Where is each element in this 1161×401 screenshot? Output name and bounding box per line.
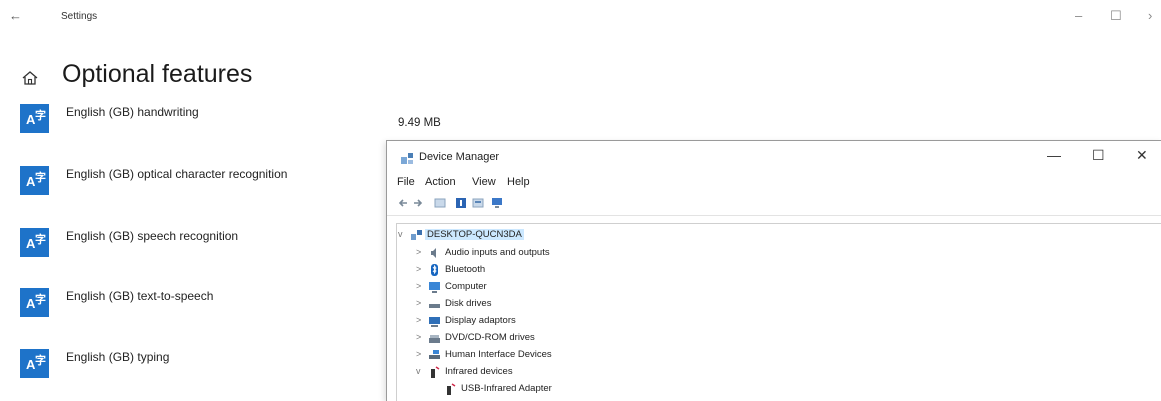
tree-node-label: Display adaptors <box>445 315 516 326</box>
expand-chevron-icon[interactable]: > <box>416 264 421 274</box>
expand-chevron-icon[interactable]: > <box>416 247 421 257</box>
tree-root-label: DESKTOP-QUCN3DA <box>425 229 524 240</box>
computer-icon <box>429 282 440 293</box>
properties-icon[interactable] <box>434 197 446 209</box>
language-font-icon: A字 <box>20 104 49 133</box>
collapse-chevron-icon[interactable]: v <box>416 366 421 376</box>
close-button[interactable]: › <box>1148 8 1152 23</box>
help-icon[interactable] <box>455 197 467 209</box>
menu-file[interactable]: File <box>397 176 415 188</box>
infrared-icon <box>431 366 440 378</box>
scan-hardware-icon[interactable] <box>491 197 503 209</box>
language-font-icon: A字 <box>20 349 49 378</box>
hid-icon <box>429 350 440 359</box>
tree-node-label: Infrared devices <box>445 366 513 377</box>
expand-chevron-icon[interactable]: > <box>416 315 421 325</box>
back-icon[interactable] <box>397 197 409 209</box>
feature-label: English (GB) text-to-speech <box>66 289 214 303</box>
computer-network-icon <box>411 230 422 240</box>
feature-size: 9.49 MB <box>398 117 441 129</box>
tree-node-label: USB-Infrared Adapter <box>461 383 552 394</box>
feature-label: English (GB) speech recognition <box>66 229 239 243</box>
expand-chevron-icon[interactable]: > <box>416 298 421 308</box>
update-driver-icon[interactable] <box>472 197 484 209</box>
menu-action[interactable]: Action <box>425 176 456 188</box>
dm-close-button[interactable]: ✕ <box>1136 147 1148 164</box>
menu-view[interactable]: View <box>472 176 496 188</box>
minimize-button[interactable]: – <box>1075 8 1082 23</box>
feature-label: English (GB) handwriting <box>66 105 199 119</box>
expand-chevron-icon[interactable]: > <box>416 281 421 291</box>
language-font-icon: A字 <box>20 288 49 317</box>
device-manager-window: Device Manager — ☐ ✕ File Action View He… <box>386 140 1161 401</box>
device-manager-title: Device Manager <box>419 151 500 163</box>
disk-drive-icon <box>429 304 440 308</box>
home-icon[interactable] <box>21 69 39 87</box>
collapse-chevron-icon[interactable]: v <box>398 229 403 239</box>
tree-node-label: Computer <box>445 281 487 292</box>
menu-help[interactable]: Help <box>507 176 530 188</box>
speaker-icon <box>431 248 436 258</box>
display-adapter-icon <box>429 317 440 327</box>
device-manager-titlebar[interactable]: Device Manager — ☐ ✕ <box>387 141 1161 173</box>
toolbar <box>387 193 1161 216</box>
tree-node-label: Disk drives <box>445 298 492 309</box>
expand-chevron-icon[interactable]: > <box>416 349 421 359</box>
device-manager-icon <box>401 153 413 164</box>
tree-node-label: DVD/CD-ROM drives <box>445 332 535 343</box>
forward-icon[interactable] <box>412 197 424 209</box>
language-font-icon: A字 <box>20 166 49 195</box>
tree-node-label: Bluetooth <box>445 264 486 275</box>
settings-titlebar: ← Settings – ☐ › <box>0 0 1161 34</box>
dvd-drive-icon <box>429 335 440 343</box>
expand-chevron-icon[interactable]: > <box>416 332 421 342</box>
feature-label: English (GB) typing <box>66 350 170 364</box>
back-arrow-icon[interactable]: ← <box>9 8 22 23</box>
feature-label: English (GB) optical character recogniti… <box>66 167 288 181</box>
tree-node-label: Audio inputs and outputs <box>445 247 550 258</box>
language-font-icon: A字 <box>20 228 49 257</box>
tree-node-label: Human Interface Devices <box>445 349 552 360</box>
window-title: Settings <box>61 11 98 22</box>
maximize-button[interactable]: ☐ <box>1110 8 1122 24</box>
menu-bar: File Action View Help <box>387 174 1161 192</box>
device-tree: v DESKTOP-QUCN3DA > Audio inputs and out… <box>396 223 1161 401</box>
infrared-icon <box>447 383 456 395</box>
bluetooth-icon <box>431 264 438 276</box>
dm-minimize-button[interactable]: — <box>1047 147 1061 163</box>
dm-maximize-button[interactable]: ☐ <box>1092 147 1105 164</box>
page-title: Optional features <box>62 60 253 88</box>
